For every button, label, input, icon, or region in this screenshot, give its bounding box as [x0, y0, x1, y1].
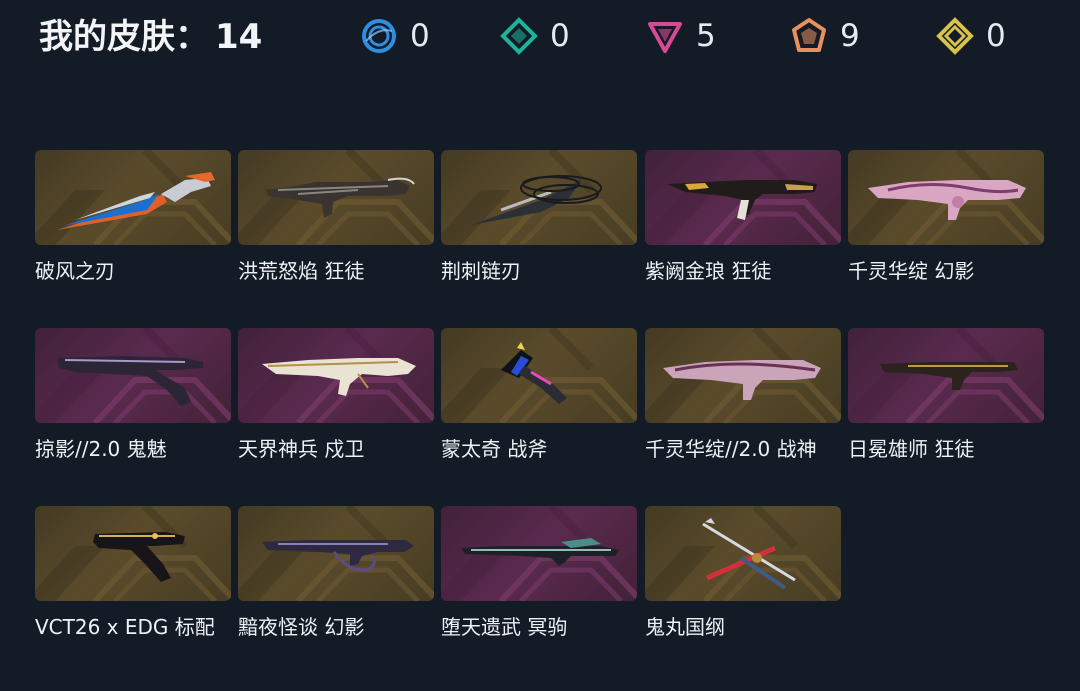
- knife-icon: [57, 172, 215, 230]
- skin-card[interactable]: [238, 150, 434, 245]
- sniper-icon: [461, 538, 619, 566]
- skin-card[interactable]: [238, 506, 434, 601]
- skin-card[interactable]: [645, 150, 841, 245]
- rifle-rose-icon: [663, 360, 821, 400]
- skin-name: 洪荒怒焰 狂徒: [238, 259, 365, 283]
- skin-name: 蒙太奇 战斧: [441, 437, 548, 461]
- skin-name: 破风之刃: [35, 259, 115, 283]
- rifle-white-icon: [262, 358, 416, 396]
- skin-card[interactable]: [35, 506, 231, 601]
- rifle-pink-icon: [868, 180, 1026, 220]
- skin-name: 紫阙金琅 狂徒: [645, 259, 772, 283]
- skins-inventory-screen: 我的皮肤： 14 00590 破风之刃 洪荒怒焰 狂徒 荆刺链刃 紫阙金琅 狂徒 …: [0, 0, 1080, 691]
- skin-card[interactable]: [35, 328, 231, 423]
- rifle-gold-icon: [667, 180, 817, 220]
- skin-card[interactable]: [645, 506, 841, 601]
- skin-name: 千灵华绽 幻影: [848, 259, 975, 283]
- pistol-purple-icon: [57, 356, 203, 406]
- skin-name: 掠影//2.0 鬼魅: [35, 437, 167, 461]
- skin-name: VCT26 x EDG 标配: [35, 615, 215, 639]
- pistol-gold-icon: [93, 532, 185, 582]
- rifle-black-icon: [880, 362, 1018, 390]
- skin-card[interactable]: [848, 328, 1044, 423]
- skin-name: 天界神兵 戍卫: [238, 437, 365, 461]
- skin-card[interactable]: [35, 150, 231, 245]
- skin-name: 堕天遗武 冥驹: [441, 615, 568, 639]
- skin-card[interactable]: [238, 328, 434, 423]
- skin-name: 鬼丸国纲: [645, 615, 725, 639]
- skin-name: 日冕雄师 狂徒: [848, 437, 975, 461]
- rifle-dark-icon: [266, 177, 415, 218]
- axe-icon: [501, 342, 567, 404]
- rifle-purple-icon: [262, 540, 414, 572]
- skin-grid: 破风之刃 洪荒怒焰 狂徒 荆刺链刃 紫阙金琅 狂徒 千灵华绽 幻影 掠影//2.…: [0, 0, 1080, 691]
- skin-name: 黯夜怪谈 幻影: [238, 615, 365, 639]
- blade-icon: [471, 175, 602, 225]
- skin-card[interactable]: [848, 150, 1044, 245]
- katana-icon: [702, 518, 796, 590]
- skin-card[interactable]: [645, 328, 841, 423]
- skin-card[interactable]: [441, 150, 637, 245]
- skin-card[interactable]: [441, 506, 637, 601]
- skin-name: 荆刺链刃: [441, 259, 521, 283]
- skin-name: 千灵华绽//2.0 战神: [645, 437, 817, 461]
- skin-card[interactable]: [441, 328, 637, 423]
